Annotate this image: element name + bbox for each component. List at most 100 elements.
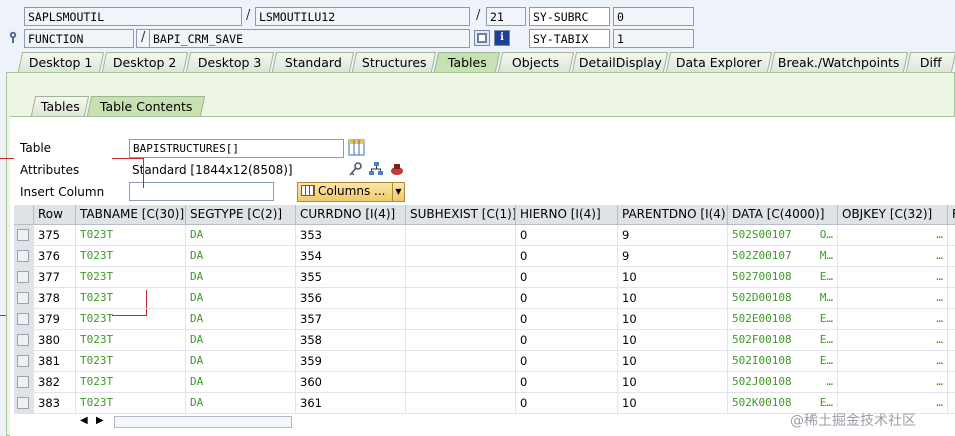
row-select-checkbox[interactable] — [17, 292, 29, 304]
scrollbar-thumb[interactable] — [114, 416, 292, 428]
row-select-checkbox[interactable] — [17, 376, 29, 388]
column-header[interactable]: Row — [34, 205, 76, 225]
separator: / — [141, 30, 146, 45]
table-row[interactable]: 377 T023T DA 355 0 10 502700108 E…… — [14, 267, 955, 288]
data-tail: E… — [819, 354, 833, 367]
segtype-cell: DA — [186, 225, 296, 246]
column-header[interactable]: R — [948, 205, 955, 225]
table-row[interactable]: 379 T023T DA 357 0 10 502E00108 E…… — [14, 309, 955, 330]
column-header[interactable]: PARENTDNO [I(4)] — [618, 205, 728, 225]
subhexist-cell — [406, 267, 516, 288]
parentdno-cell: 10 — [618, 267, 728, 288]
row-selector[interactable] — [14, 330, 34, 351]
include-field: LSMOUTILU12 — [255, 7, 470, 26]
sy-tabix-label[interactable]: SY-TABIX — [529, 29, 610, 48]
hierno-cell: 0 — [516, 246, 618, 267]
subtab-table-contents[interactable]: Table Contents — [86, 96, 206, 116]
separator: / — [246, 8, 251, 23]
chevron-down-icon[interactable]: ▼ — [392, 183, 404, 201]
tab-break-watchpoints[interactable]: Break./Watchpoints — [769, 52, 909, 72]
hierno-cell: 0 — [516, 393, 618, 414]
insert-column-input[interactable] — [129, 182, 274, 201]
row-select-checkbox[interactable] — [17, 250, 29, 262]
column-header[interactable]: CURRDNO [I(4)] — [296, 205, 406, 225]
tab-tables[interactable]: Tables — [433, 52, 501, 72]
tabname-cell: T023T — [76, 288, 186, 309]
tab-detaildisplay[interactable]: DetailDisplay — [571, 52, 669, 72]
row-select-checkbox[interactable] — [17, 397, 29, 409]
column-header[interactable]: HIERNO [I(4)] — [516, 205, 618, 225]
row-selector[interactable] — [14, 372, 34, 393]
subtab-tables[interactable]: Tables — [30, 96, 90, 116]
row-select-checkbox[interactable] — [17, 313, 29, 325]
scroll-left-icon[interactable]: ◀ — [80, 415, 88, 426]
line-field: 21 — [486, 7, 526, 26]
data-cell: 502E00108 E… — [728, 309, 838, 330]
row-selector[interactable] — [14, 393, 34, 414]
parentdno-cell: 9 — [618, 246, 728, 267]
column-header[interactable]: OBJKEY [C(32)] — [838, 205, 948, 225]
row-select-checkbox[interactable] — [17, 355, 29, 367]
columns-button[interactable]: Columns ... ▼ — [297, 182, 405, 202]
data-cell: 502F00108 E… — [728, 330, 838, 351]
tab-desktop-3[interactable]: Desktop 3 — [185, 52, 275, 72]
tab-data-explorer[interactable]: Data Explorer — [665, 52, 773, 72]
table-row[interactable]: 380 T023T DA 358 0 10 502F00108 E…… — [14, 330, 955, 351]
info-icon[interactable]: i — [494, 30, 510, 46]
sy-subrc-label[interactable]: SY-SUBRC — [529, 7, 610, 26]
row-select-checkbox[interactable] — [17, 334, 29, 346]
column-header[interactable]: SEGTYPE [C(2)] — [186, 205, 296, 225]
parentdno-cell: 10 — [618, 372, 728, 393]
row-selector[interactable] — [14, 246, 34, 267]
data-cell: 502Z00107 M… — [728, 246, 838, 267]
table-row[interactable]: 376 T023T DA 354 0 9 502Z00107 M…… — [14, 246, 955, 267]
row-selector[interactable] — [14, 288, 34, 309]
parentdno-cell: 9 — [618, 225, 728, 246]
red-annotation-line — [143, 158, 144, 188]
row-selector[interactable] — [14, 309, 34, 330]
data-tail: O… — [819, 228, 833, 241]
table-row[interactable]: 378 T023T DA 356 0 10 502D00108 M…… — [14, 288, 955, 309]
select-all-header[interactable] — [14, 205, 34, 225]
table-row[interactable]: 382 T023T DA 360 0 10 502J00108…… — [14, 372, 955, 393]
subhexist-cell — [406, 372, 516, 393]
row-select-checkbox[interactable] — [17, 229, 29, 241]
table-row[interactable]: 381 T023T DA 359 0 10 502I00108 E…… — [14, 351, 955, 372]
table-input[interactable]: BAPISTRUCTURES[] — [129, 139, 344, 158]
row-select-checkbox[interactable] — [17, 271, 29, 283]
delete-icon[interactable] — [389, 161, 405, 177]
data-cell: 502S00107 O… — [728, 225, 838, 246]
display-icon[interactable] — [474, 30, 490, 46]
extra-cell — [948, 288, 955, 309]
row-selector[interactable] — [14, 267, 34, 288]
hierno-cell: 0 — [516, 288, 618, 309]
currdno-cell: 359 — [296, 351, 406, 372]
row-number-cell: 378 — [34, 288, 76, 309]
hierno-cell: 0 — [516, 225, 618, 246]
tab-desktop-2[interactable]: Desktop 2 — [101, 52, 189, 72]
main-tabstrip: Desktop 1 Desktop 2 Desktop 3 Standard S… — [0, 52, 955, 72]
tab-objects[interactable]: Objects — [497, 52, 575, 72]
scroll-right-icon[interactable]: ▶ — [96, 415, 104, 426]
subhexist-cell — [406, 246, 516, 267]
key-icon[interactable] — [347, 161, 363, 177]
tab-diff[interactable]: Diff — [905, 52, 955, 72]
tab-structures[interactable]: Structures — [351, 52, 437, 72]
extra-cell — [948, 225, 955, 246]
tabname-cell: T023T — [76, 246, 186, 267]
column-header[interactable]: SUBHEXIST [C(1)] — [406, 205, 516, 225]
tab-desktop-1[interactable]: Desktop 1 — [17, 52, 105, 72]
red-annotation-line — [0, 158, 14, 159]
horizontal-scrollbar[interactable]: ◀ ▶ — [72, 415, 342, 429]
column-header[interactable]: DATA [C(4000)] — [728, 205, 838, 225]
network-icon[interactable] — [368, 161, 384, 177]
insert-column-label: Insert Column — [20, 185, 105, 199]
segtype-cell: DA — [186, 372, 296, 393]
table-icon[interactable] — [348, 139, 365, 156]
currdno-cell: 356 — [296, 288, 406, 309]
row-selector[interactable] — [14, 351, 34, 372]
row-selector[interactable] — [14, 225, 34, 246]
table-row[interactable]: 375 T023T DA 353 0 9 502S00107 O…… — [14, 225, 955, 246]
tab-standard[interactable]: Standard — [271, 52, 355, 72]
column-header[interactable]: TABNAME [C(30)] — [76, 205, 186, 225]
